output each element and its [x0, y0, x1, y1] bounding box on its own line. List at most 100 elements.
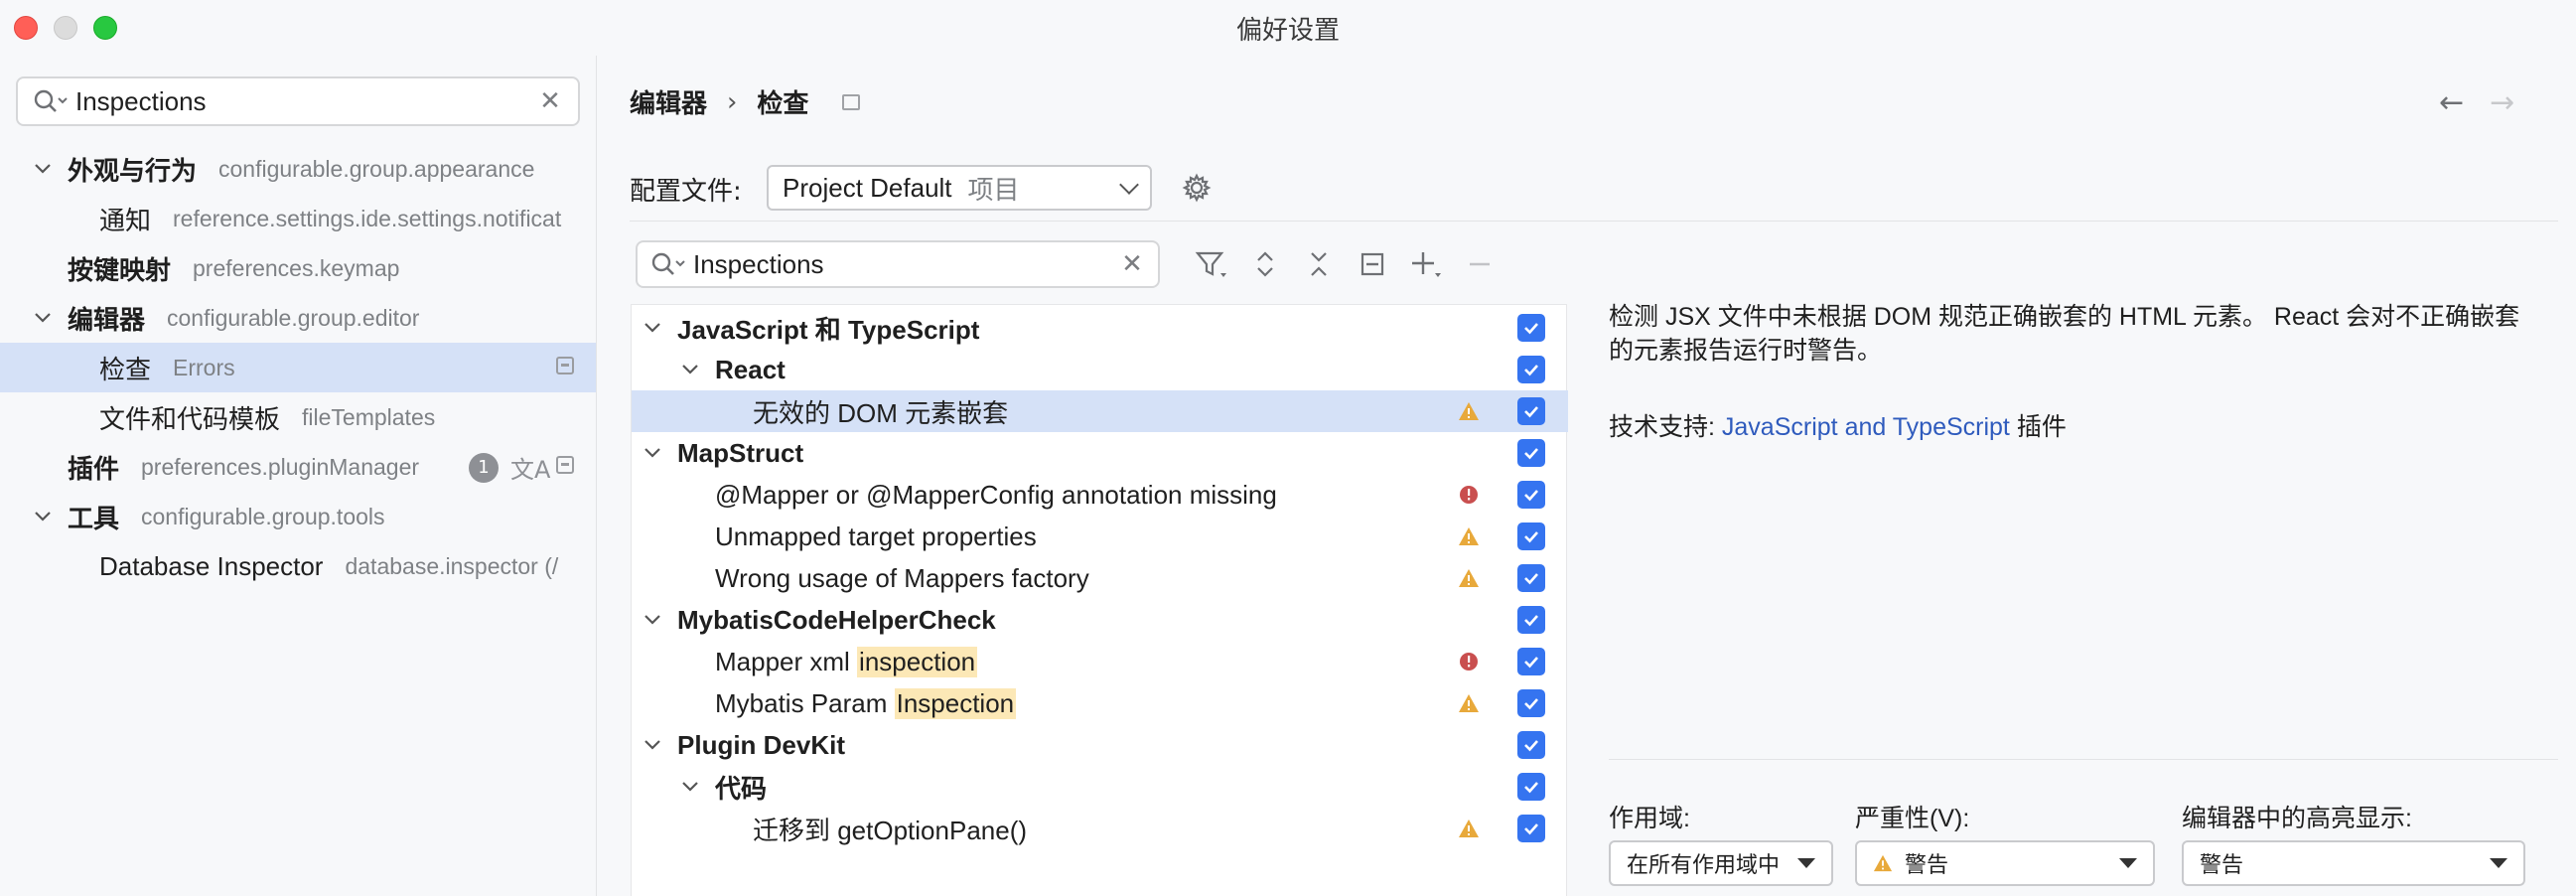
inspection-item-unmapped-target[interactable]: Unmapped target properties	[632, 516, 1568, 557]
expand-all-icon[interactable]	[1245, 244, 1285, 284]
enable-checkbox[interactable]	[1517, 523, 1545, 550]
add-icon[interactable]	[1406, 244, 1446, 284]
tree-item-hint: preferences.keymap	[193, 254, 400, 281]
error-icon	[1460, 486, 1478, 504]
warning-icon	[1459, 402, 1479, 420]
tree-item-plugins[interactable]: 插件 preferences.pluginManager 1 文A	[0, 442, 596, 492]
tree-item-hint: configurable.group.tools	[141, 503, 385, 529]
tree-item-hint: database.inspector (/	[345, 552, 559, 579]
inspection-label: JavaScript 和 TypeScript	[677, 314, 980, 345]
inspection-item-invalid-dom-nesting[interactable]: 无效的 DOM 元素嵌套	[632, 390, 1568, 432]
scope-dropdown[interactable]: 在所有作用域中	[1609, 840, 1833, 886]
minimize-window-button[interactable]	[54, 16, 77, 40]
close-window-button[interactable]	[14, 16, 38, 40]
inspection-group-plugin-devkit[interactable]: Plugin DevKit	[632, 724, 1568, 766]
warning-icon	[1459, 527, 1479, 545]
severity-dropdown[interactable]: 警告	[1855, 840, 2155, 886]
remove-icon[interactable]	[1460, 244, 1500, 284]
enable-checkbox[interactable]	[1517, 356, 1545, 383]
chevron-down-icon[interactable]	[642, 442, 663, 464]
highlight-dropdown[interactable]: 警告	[2182, 840, 2525, 886]
inspection-item-mapper-xml[interactable]: Mapper xml inspection	[632, 641, 1568, 682]
enable-checkbox[interactable]	[1517, 439, 1545, 467]
chevron-down-icon[interactable]	[32, 506, 54, 527]
inspection-group-javascript[interactable]: JavaScript 和 TypeScript	[632, 307, 1568, 349]
breadcrumb-editor[interactable]: 编辑器	[630, 83, 707, 120]
back-arrow-icon[interactable]: ←	[2439, 85, 2464, 120]
inspection-search-field[interactable]: ✕	[636, 240, 1160, 288]
search-icon	[34, 89, 68, 112]
sidebar-divider	[596, 56, 597, 896]
chevron-down-icon[interactable]	[679, 359, 701, 380]
scope-value: 在所有作用域中	[1627, 852, 1781, 877]
zoom-window-button[interactable]	[93, 16, 117, 40]
inspection-item-migrate-getoptionpane[interactable]: 迁移到 getOptionPane()	[632, 808, 1568, 849]
inspection-item-mybatis-param[interactable]: Mybatis Param Inspection	[632, 682, 1568, 724]
warning-icon	[1459, 569, 1479, 587]
clear-search-icon[interactable]: ✕	[1118, 249, 1146, 279]
reset-to-default-icon[interactable]	[1353, 244, 1392, 284]
severity-label: 严重性(V):	[1855, 805, 1970, 832]
tree-item-inspections[interactable]: 检查 Errors	[0, 343, 596, 392]
chevron-down-icon	[2490, 858, 2507, 868]
inspection-description: 检测 JSX 文件中未根据 DOM 规范正确嵌套的 HTML 元素。 React…	[1609, 303, 2520, 365]
inspection-tree: JavaScript 和 TypeScript React 无效的 DOM 元素…	[631, 304, 1568, 896]
chevron-down-icon[interactable]	[642, 609, 663, 631]
tree-item-hint: reference.settings.ide.settings.notifica…	[173, 205, 562, 231]
tree-item-tools[interactable]: 工具 configurable.group.tools	[0, 492, 596, 541]
inspection-group-mapstruct[interactable]: MapStruct	[632, 432, 1568, 474]
chevron-down-icon[interactable]	[642, 317, 663, 339]
settings-search-field[interactable]: ✕	[16, 76, 580, 126]
chevron-down-icon[interactable]	[32, 158, 54, 180]
enable-checkbox[interactable]	[1517, 481, 1545, 509]
breadcrumb-inspections: 检查	[757, 89, 809, 119]
collapse-all-icon[interactable]	[1299, 244, 1339, 284]
settings-search-input[interactable]	[75, 85, 536, 117]
chevron-down-icon[interactable]	[642, 734, 663, 756]
profile-dropdown[interactable]: Project Default 项目	[767, 165, 1152, 211]
inspection-group-react[interactable]: React	[632, 349, 1568, 390]
gear-icon[interactable]	[1182, 173, 1212, 203]
tree-item-file-templates[interactable]: 文件和代码模板 fileTemplates	[0, 392, 596, 442]
clear-search-icon[interactable]: ✕	[536, 86, 564, 116]
inspection-search-input[interactable]	[693, 248, 1118, 280]
filter-icon[interactable]	[1192, 244, 1231, 284]
enable-checkbox[interactable]	[1517, 314, 1545, 342]
inspection-item-mapper-annotation-missing[interactable]: @Mapper or @MapperConfig annotation miss…	[632, 474, 1568, 516]
tree-item-appearance[interactable]: 外观与行为 configurable.group.appearance	[0, 144, 596, 194]
inspection-group-mybatis[interactable]: MybatisCodeHelperCheck	[632, 599, 1568, 641]
breadcrumb: 编辑器 › 检查	[630, 83, 861, 120]
profile-value: Project Default	[783, 172, 952, 203]
tree-item-notifications[interactable]: 通知 reference.settings.ide.settings.notif…	[0, 194, 596, 243]
supported-by: 技术支持: JavaScript and TypeScript 插件	[1609, 407, 2067, 443]
enable-checkbox[interactable]	[1517, 815, 1545, 842]
inspection-label: Plugin DevKit	[677, 729, 846, 760]
tree-item-database-inspector[interactable]: Database Inspector database.inspector (/	[0, 541, 596, 591]
inspection-item-mappers-factory[interactable]: Wrong usage of Mappers factory	[632, 557, 1568, 599]
enable-checkbox[interactable]	[1517, 564, 1545, 592]
inspection-label-prefix: Mybatis Param	[715, 687, 895, 718]
profile-scope: 项目	[967, 174, 1020, 205]
plugin-link[interactable]: JavaScript and TypeScript	[1722, 413, 2010, 441]
forward-arrow-icon[interactable]: →	[2490, 85, 2514, 120]
tree-item-editor[interactable]: 编辑器 configurable.group.editor	[0, 293, 596, 343]
tree-item-label: 检查	[99, 354, 152, 384]
tree-item-hint: Errors	[173, 354, 235, 380]
enable-checkbox[interactable]	[1517, 648, 1545, 675]
enable-checkbox[interactable]	[1517, 397, 1545, 425]
search-match-highlight: Inspection	[894, 687, 1017, 719]
chevron-down-icon[interactable]	[32, 307, 54, 329]
chevron-down-icon[interactable]	[679, 776, 701, 798]
enable-checkbox[interactable]	[1517, 773, 1545, 801]
severity-value: 警告	[1905, 852, 1949, 877]
enable-checkbox[interactable]	[1517, 606, 1545, 634]
inspection-group-code[interactable]: 代码	[632, 766, 1568, 808]
navigation-arrows: ← →	[2439, 85, 2514, 120]
enable-checkbox[interactable]	[1517, 731, 1545, 759]
tree-item-hint: configurable.group.editor	[167, 304, 420, 331]
header-divider	[630, 221, 2558, 222]
inspection-label: MapStruct	[677, 437, 804, 468]
enable-checkbox[interactable]	[1517, 689, 1545, 717]
warning-icon	[1873, 854, 1893, 872]
tree-item-keymap[interactable]: 按键映射 preferences.keymap	[0, 243, 596, 293]
